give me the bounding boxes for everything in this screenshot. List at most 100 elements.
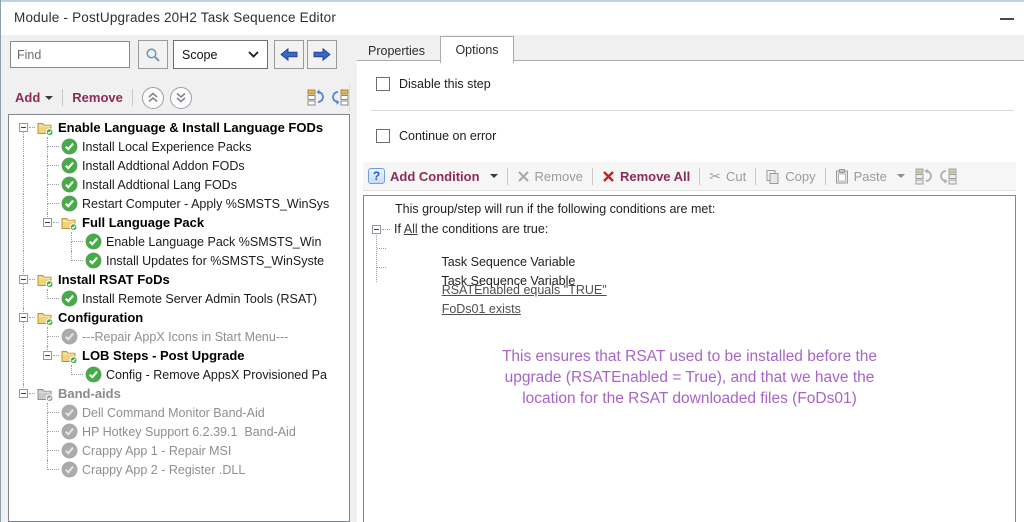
expander-icon[interactable] <box>43 218 52 227</box>
options-tab-content: Disable this step Continue on error ? Ad… <box>357 61 1024 522</box>
paste-button[interactable]: Paste <box>835 169 905 184</box>
move-down-button[interactable] <box>170 87 192 109</box>
search-icon <box>145 47 161 63</box>
condition-header: This group/step will run if the followin… <box>395 202 715 216</box>
add-dropdown-caret-icon[interactable] <box>45 96 53 100</box>
check-circle-icon <box>60 195 78 212</box>
disable-step-checkbox[interactable] <box>376 77 390 91</box>
tree-item-label: Install RSAT FoDs <box>58 272 170 287</box>
paste-label: Paste <box>854 169 887 184</box>
tree-step-row[interactable]: Crappy App 1 - Repair MSI <box>12 441 349 460</box>
minimize-icon[interactable] <box>1000 18 1014 20</box>
tree-group-row[interactable]: LOB Steps - Post Upgrade <box>12 346 349 365</box>
tree-step-row[interactable]: Config - Remove AppsX Provisioned Pa <box>12 365 349 384</box>
add-condition-caret-icon <box>490 174 498 178</box>
check-circle-icon <box>60 138 78 155</box>
left-pane: Scope Add Remove <box>2 35 357 522</box>
tree-step-row[interactable]: Install Addtional Addon FODs <box>12 156 349 175</box>
folder-check-icon <box>36 309 54 326</box>
condition-list: This group/step will run if the followin… <box>363 195 1016 522</box>
tree-group-row[interactable]: Configuration <box>12 308 349 327</box>
find-next-button[interactable] <box>307 40 337 69</box>
tree-item-label: LOB Steps - Post Upgrade <box>82 348 245 363</box>
add-button[interactable]: Add <box>15 90 40 105</box>
expander-icon[interactable] <box>19 123 28 132</box>
chevron-down-icon <box>248 51 259 58</box>
tree-item-label: Config - Remove AppsX Provisioned Pa <box>106 368 327 382</box>
condition-row[interactable]: Task Sequence Variable RSATEnabled equal… <box>364 239 1015 258</box>
annotation-line: location for the RSAT downloaded files (… <box>364 388 1015 409</box>
tree-group-row[interactable]: Install RSAT FoDs <box>12 270 349 289</box>
tree-group-row[interactable]: Band-aids <box>12 384 349 403</box>
scope-dropdown[interactable]: Scope <box>173 40 268 69</box>
check-circle-icon <box>84 366 102 383</box>
find-input[interactable] <box>10 41 130 68</box>
expand-conditions-button[interactable] <box>939 168 957 185</box>
tree-group-row[interactable]: Enable Language & Install Language FODs <box>12 118 349 137</box>
expander-icon[interactable] <box>43 351 52 360</box>
remove-button[interactable]: Remove <box>72 90 123 105</box>
continue-on-error-row: Continue on error <box>376 129 496 143</box>
tree-step-row[interactable]: HP Hotkey Support 6.2.39.1 Band-Aid <box>12 422 349 441</box>
window-title: Module - PostUpgrades 20H2 Task Sequence… <box>14 10 336 25</box>
tree-item-label: HP Hotkey Support 6.2.39.1 Band-Aid <box>82 425 296 439</box>
expand-all-button[interactable] <box>331 89 349 106</box>
search-button[interactable] <box>138 40 168 69</box>
tab-options[interactable]: Options <box>440 36 513 63</box>
remove-all-conditions-button[interactable]: Remove All <box>602 169 690 184</box>
tree-step-row[interactable]: Dell Command Monitor Band-Aid <box>12 403 349 422</box>
tree-step-row[interactable]: Install Addtional Lang FODs <box>12 175 349 194</box>
folder-check-icon <box>60 214 78 231</box>
tree-item-label: Restart Computer - Apply %SMSTS_WinSys <box>82 197 329 211</box>
expander-icon[interactable] <box>19 389 28 398</box>
remove-condition-button[interactable]: Remove <box>517 169 583 184</box>
condition-toolbar: ? Add Condition Remove <box>363 162 1016 191</box>
arrow-left-icon <box>280 48 298 61</box>
condition-value-link[interactable]: FoDs01 exists <box>442 302 521 316</box>
tree-item-label: Crappy App 2 - Register .DLL <box>82 463 245 477</box>
titlebar: Module - PostUpgrades 20H2 Task Sequence… <box>1 2 1024 35</box>
expander-icon[interactable] <box>19 313 28 322</box>
add-condition-button[interactable]: ? Add Condition <box>368 168 498 184</box>
find-row: Scope <box>2 40 357 70</box>
tree-item-label: ---Repair AppX Icons in Start Menu--- <box>82 330 288 344</box>
task-sequence-tree: Enable Language & Install Language FODs … <box>8 114 350 522</box>
tree-step-row[interactable]: ---Repair AppX Icons in Start Menu--- <box>12 327 349 346</box>
tree-step-row[interactable]: Restart Computer - Apply %SMSTS_WinSys <box>12 194 349 213</box>
remove-condition-label: Remove <box>535 169 583 184</box>
collapse-all-button[interactable] <box>307 89 325 106</box>
condition-type-label: Task Sequence Variable <box>441 274 575 288</box>
collapse-all-gray-icon <box>915 168 933 185</box>
condition-if-row[interactable]: If All the conditions are true: <box>364 220 1015 239</box>
cut-button[interactable]: ✂ Cut <box>709 169 746 184</box>
folder-check-icon <box>36 271 54 288</box>
expander-icon[interactable] <box>19 275 28 284</box>
tab-properties[interactable]: Properties <box>357 39 436 62</box>
collapse-conditions-button[interactable] <box>915 168 933 185</box>
check-circle-icon <box>60 290 78 307</box>
move-up-button[interactable] <box>142 87 164 109</box>
tree-step-row[interactable]: Install Local Experience Packs <box>12 137 349 156</box>
continue-on-error-label: Continue on error <box>399 129 496 143</box>
tree-item-label: Install Remote Server Admin Tools (RSAT) <box>82 292 317 306</box>
tree-step-row[interactable]: Install Updates for %SMSTS_WinSyste <box>12 251 349 270</box>
continue-on-error-checkbox[interactable] <box>376 129 390 143</box>
all-conditions-link[interactable]: All <box>404 222 418 236</box>
collapse-expander-icon[interactable] <box>372 225 381 234</box>
check-circle-disabled-icon <box>60 461 78 478</box>
tree-step-row[interactable]: Crappy App 2 - Register .DLL <box>12 460 349 479</box>
tree-item-label: Full Language Pack <box>82 215 204 230</box>
tree-group-row[interactable]: Full Language Pack <box>12 213 349 232</box>
copy-button[interactable]: Copy <box>765 169 815 184</box>
toolbar-separator <box>132 89 133 106</box>
tree-toolbar: Add Remove <box>2 83 350 112</box>
collapse-all-icon <box>307 89 325 106</box>
condition-row[interactable]: Task Sequence Variable FoDs01 exists <box>364 258 1015 277</box>
tree-item-label: Crappy App 1 - Repair MSI <box>82 444 231 458</box>
find-previous-button[interactable] <box>274 40 304 69</box>
tree-step-row[interactable]: Install Remote Server Admin Tools (RSAT) <box>12 289 349 308</box>
tree-item-label: Install Addtional Addon FODs <box>82 159 245 173</box>
tree-item-label: Enable Language & Install Language FODs <box>58 120 323 135</box>
tree-step-row[interactable]: Enable Language Pack %SMSTS_Win <box>12 232 349 251</box>
folder-check-icon <box>36 385 54 402</box>
